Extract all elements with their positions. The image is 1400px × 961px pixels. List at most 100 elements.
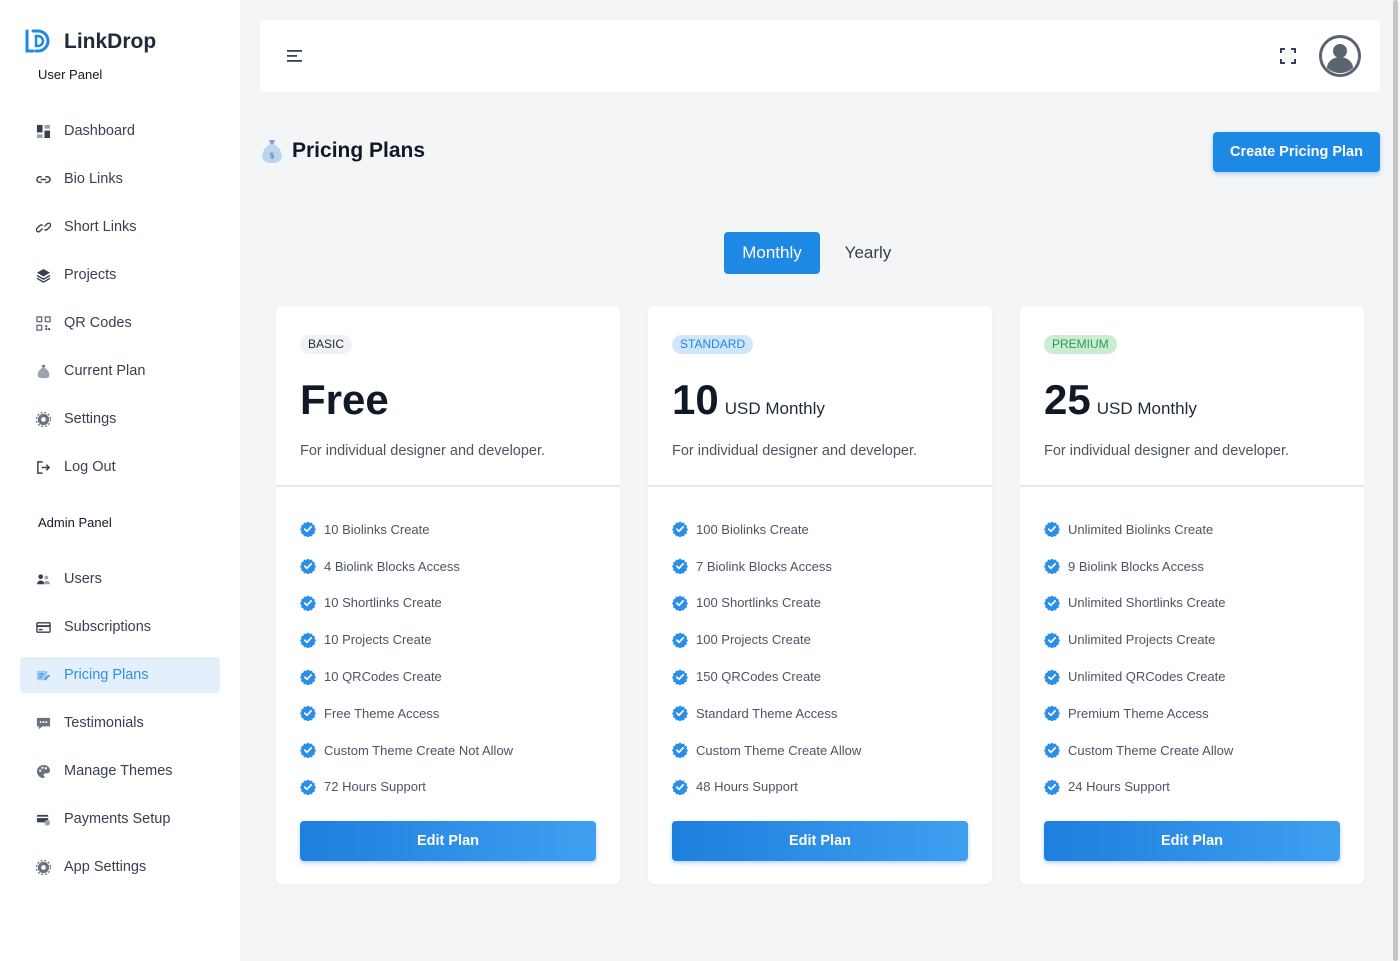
price-row: 10 USD Monthly [672,376,825,424]
svg-text:$: $ [269,151,274,160]
menu-toggle-icon[interactable] [286,47,304,65]
check-badge-icon [300,521,316,538]
sidebar: LinkDrop User Panel Dashboard Bio Links … [0,0,240,961]
feature-item: 72 Hours Support [300,769,513,806]
money-bag-icon: $ [262,140,282,163]
feature-item: 24 Hours Support [1044,769,1233,806]
plan-card-standard: STANDARD 10 USD Monthly For individual d… [648,306,992,884]
sidebar-item-pricing-plans[interactable]: Pricing Plans [20,657,220,693]
price-tag-icon [36,668,51,683]
fullscreen-icon[interactable] [1279,47,1297,65]
check-badge-icon [672,558,688,575]
money-bag-icon [36,364,51,379]
sidebar-item-short-links[interactable]: Short Links [20,209,220,245]
qr-code-icon [36,315,51,331]
feature-item: 10 Shortlinks Create [300,585,513,622]
check-badge-icon [1044,742,1060,759]
check-badge-icon [1044,521,1060,538]
sidebar-item-dashboard[interactable]: Dashboard [20,113,220,149]
sidebar-item-app-settings[interactable]: App Settings [20,849,220,885]
tab-yearly[interactable]: Yearly [832,232,904,274]
feature-list: 100 Biolinks Create 7 Biolink Blocks Acce… [672,511,861,805]
check-badge-icon [1044,669,1060,685]
sidebar-item-label: Pricing Plans [64,667,149,683]
feature-item: Unlimited QRCodes Create [1044,658,1233,695]
feature-item: Unlimited Shortlinks Create [1044,585,1233,622]
sidebar-item-label: App Settings [64,859,147,875]
user-avatar-icon[interactable] [1319,35,1361,77]
gear-icon [36,411,51,427]
sidebar-item-label: Users [64,571,102,587]
price-row: 25 USD Monthly [1044,376,1197,424]
check-badge-icon [672,521,688,538]
feature-item: Unlimited Projects Create [1044,621,1233,658]
edit-plan-button[interactable]: Edit Plan [672,821,968,861]
sidebar-item-log-out[interactable]: Log Out [20,449,220,485]
check-badge-icon [672,669,688,685]
comment-icon [36,716,51,731]
sidebar-item-users[interactable]: Users [20,561,220,597]
feature-item: 100 Biolinks Create [672,511,861,548]
edit-plan-button[interactable]: Edit Plan [1044,821,1340,861]
plan-card-basic: BASIC Free For individual designer and d… [276,306,620,884]
check-badge-icon [300,742,316,759]
sidebar-item-label: Manage Themes [64,763,173,779]
feature-label: 4 Biolink Blocks Access [324,558,460,574]
feature-item: 100 Shortlinks Create [672,585,861,622]
sidebar-item-label: Payments Setup [64,811,171,827]
feature-label: Unlimited Shortlinks Create [1068,595,1226,611]
check-badge-icon [1044,779,1060,795]
card-divider [1020,485,1364,487]
feature-label: 100 Shortlinks Create [696,595,822,611]
feature-label: Standard Theme Access [696,705,838,721]
feature-item: 48 Hours Support [672,769,861,806]
link-icon [36,172,51,187]
page-title: Pricing Plans [292,139,426,162]
sidebar-item-manage-themes[interactable]: Manage Themes [20,753,220,789]
feature-item: 10 Projects Create [300,621,513,658]
sidebar-item-current-plan[interactable]: Current Plan [20,353,220,389]
check-badge-icon [1044,595,1060,611]
logout-icon [36,460,51,475]
chain-link-icon [36,220,51,235]
check-badge-icon [300,632,316,648]
feature-label: Custom Theme Create Allow [1068,742,1234,758]
sidebar-item-payments-setup[interactable]: Payments Setup [20,801,220,837]
tab-monthly[interactable]: Monthly [724,232,820,274]
feature-label: Unlimited QRCodes Create [1068,669,1226,685]
feature-list: Unlimited Biolinks Create 9 Biolink Block… [1044,511,1233,805]
card-icon [36,620,51,635]
top-bar [260,20,1380,92]
feature-item: 9 Biolink Blocks Access [1044,548,1233,585]
feature-label: Unlimited Biolinks Create [1068,521,1214,537]
sidebar-item-label: Subscriptions [64,619,152,635]
feature-item: Custom Theme Create Not Allow [300,732,513,769]
sidebar-item-label: Bio Links [64,171,123,187]
feature-label: 100 Biolinks Create [696,521,809,537]
scrollbar-thumb[interactable] [1393,0,1398,961]
sidebar-item-label: Dashboard [64,123,135,139]
brand[interactable]: LinkDrop [24,28,156,56]
feature-item: Unlimited Biolinks Create [1044,511,1233,548]
sidebar-item-label: Testimonials [64,715,144,731]
sidebar-item-qr-codes[interactable]: QR Codes [20,305,220,341]
sidebar-item-testimonials[interactable]: Testimonials [20,705,220,741]
feature-label: 100 Projects Create [696,632,811,648]
plan-badge: PREMIUM [1044,335,1117,354]
sidebar-item-projects[interactable]: Projects [20,257,220,293]
sidebar-item-subscriptions[interactable]: Subscriptions [20,609,220,645]
create-pricing-plan-button[interactable]: Create Pricing Plan [1213,132,1380,172]
sidebar-item-label: QR Codes [64,315,132,331]
check-badge-icon [1044,558,1060,575]
check-badge-icon [672,779,688,795]
edit-plan-button[interactable]: Edit Plan [300,821,596,861]
sidebar-item-bio-links[interactable]: Bio Links [20,161,220,197]
check-badge-icon [672,742,688,759]
sidebar-item-settings[interactable]: Settings [20,401,220,437]
check-badge-icon [1044,632,1060,648]
plan-price: 25 [1044,376,1091,423]
check-badge-icon [1044,705,1060,722]
feature-label: 10 Shortlinks Create [324,595,442,611]
feature-item: 10 QRCodes Create [300,658,513,695]
feature-label: 10 Biolinks Create [324,521,430,537]
